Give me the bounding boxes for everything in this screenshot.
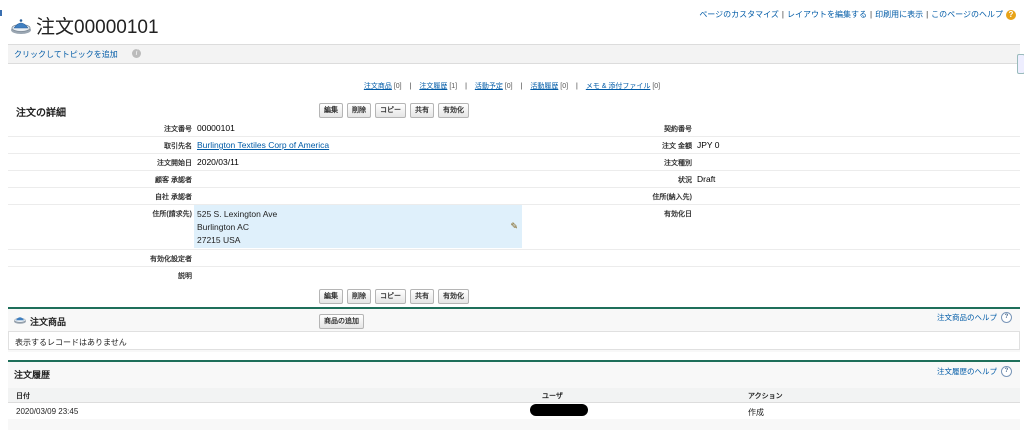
column-header-action: アクション	[748, 393, 783, 400]
order-products-help-link[interactable]: 注文商品のヘルプ ?	[937, 312, 1012, 323]
customize-page-link[interactable]: ページのカスタマイズ	[699, 9, 779, 20]
copy-button[interactable]: コピー	[375, 289, 406, 304]
question-icon: ?	[1001, 366, 1012, 377]
order-history-section: 注文履歴 注文履歴のヘルプ ? 日付 ユーザ アクション 2020/03/09 …	[8, 360, 1020, 430]
question-icon: ?	[1001, 312, 1012, 323]
related-list-links: 注文商品 [0] | 注文履歴 [1] | 活動予定 [0] | 活動履歴 [0…	[363, 83, 661, 90]
detail-buttons-top: 編集 削除 コピー 共有 有効化	[319, 103, 469, 118]
edit-button[interactable]: 編集	[319, 289, 343, 304]
delete-button[interactable]: 削除	[347, 103, 371, 118]
order-type-label: 注文種別	[664, 160, 692, 167]
order-history-title: 注文履歴	[14, 370, 51, 380]
order-number-label: 注文番号	[164, 126, 192, 133]
account-label: 取引先名	[164, 143, 192, 150]
column-header-date: 日付	[16, 393, 30, 400]
detail-row: 説明	[8, 267, 1020, 283]
history-date: 2020/03/09 23:45	[16, 407, 79, 416]
delete-button[interactable]: 削除	[347, 289, 371, 304]
order-amount-label: 注文 金額	[662, 143, 692, 150]
order-amount-value: JPY 0	[697, 140, 720, 150]
status-label: 状況	[678, 177, 692, 184]
column-header-user: ユーザ	[542, 393, 563, 400]
status-value: Draft	[697, 174, 716, 184]
edit-layout-link[interactable]: レイアウトを編集する	[787, 9, 867, 20]
billing-address-value: 525 S. Lexington Ave Burlington AC 27215…	[197, 209, 278, 245]
share-button[interactable]: 共有	[410, 289, 434, 304]
copy-button[interactable]: コピー	[375, 103, 406, 118]
edit-button[interactable]: 編集	[319, 103, 343, 118]
detail-row: 自社 承認者 住所(納入先)	[8, 188, 1020, 205]
top-links: ページのカスタマイズ | レイアウトを編集する | 印刷用に表示 | このページ…	[699, 9, 1016, 20]
table-row: 2020/03/09 23:45 作成	[8, 403, 1020, 419]
billing-address-field[interactable]: 525 S. Lexington Ave Burlington AC 27215…	[194, 205, 522, 248]
related-link-open-activities[interactable]: 活動予定	[475, 83, 503, 90]
info-icon[interactable]: i	[132, 49, 141, 58]
side-scroll-handle[interactable]	[1017, 54, 1024, 74]
redacted-user-name	[530, 404, 588, 416]
order-products-section: 注文商品 商品の追加 注文商品のヘルプ ? 表示するレコードはありません	[8, 307, 1020, 352]
contract-number-label: 契約番号	[664, 126, 692, 133]
order-history-help-link[interactable]: 注文履歴のヘルプ ?	[937, 366, 1012, 377]
detail-row: 注文開始日 2020/03/11 注文種別	[8, 154, 1020, 171]
related-link-order-products[interactable]: 注文商品	[364, 83, 392, 90]
empty-message: 表示するレコードはありません	[15, 338, 127, 347]
add-product-button[interactable]: 商品の追加	[319, 314, 364, 329]
start-date-value: 2020/03/11	[197, 157, 239, 167]
activated-by-label: 有効化設定者	[150, 256, 192, 263]
detail-row: 住所(請求先) 525 S. Lexington Ave Burlington …	[8, 205, 1020, 250]
topic-bar: クリックしてトピックを追加 i	[8, 44, 1020, 64]
order-number-value: 00000101	[197, 123, 235, 133]
activate-button[interactable]: 有効化	[438, 289, 469, 304]
title-area: 注文00000101	[10, 12, 159, 39]
detail-heading: 注文の詳細	[16, 108, 66, 119]
history-action: 作成	[748, 408, 764, 417]
order-products-title: 注文商品	[30, 317, 67, 327]
page-title: 注文00000101	[36, 17, 159, 38]
order-products-icon	[14, 317, 26, 324]
page-header: 注文00000101 ページのカスタマイズ | レイアウトを編集する | 印刷用…	[0, 0, 1024, 44]
history-table-header: 日付 ユーザ アクション	[8, 388, 1020, 403]
customer-approver-label: 顧客 承認者	[155, 177, 192, 184]
add-topic-link[interactable]: クリックしてトピックを追加	[14, 49, 118, 60]
detail-buttons-bottom: 編集 削除 コピー 共有 有効化	[319, 289, 469, 304]
print-view-link[interactable]: 印刷用に表示	[875, 9, 923, 20]
share-button[interactable]: 共有	[410, 103, 434, 118]
account-link[interactable]: Burlington Textiles Corp of America	[197, 140, 329, 150]
start-date-label: 注文開始日	[157, 160, 192, 167]
detail-row: 取引先名 Burlington Textiles Corp of America…	[8, 137, 1020, 154]
order-products-list: 表示するレコードはありません	[8, 331, 1020, 350]
help-icon[interactable]: ?	[1006, 9, 1016, 20]
billing-address-label: 住所(請求先)	[152, 211, 192, 218]
description-label: 説明	[178, 273, 192, 280]
activate-button[interactable]: 有効化	[438, 103, 469, 118]
detail-row: 顧客 承認者 状況 Draft	[8, 171, 1020, 188]
related-link-notes-attachments[interactable]: メモ & 添付ファイル	[586, 83, 651, 90]
related-link-order-history[interactable]: 注文履歴	[419, 83, 447, 90]
order-icon	[11, 18, 31, 34]
company-approver-label: 自社 承認者	[155, 194, 192, 201]
related-link-activity-history[interactable]: 活動履歴	[530, 83, 558, 90]
detail-row: 有効化設定者	[8, 250, 1020, 267]
page-help-link[interactable]: このページのヘルプ	[931, 9, 1003, 20]
detail-row: 注文番号 00000101 契約番号	[8, 120, 1020, 137]
activated-date-label: 有効化日	[664, 211, 692, 218]
shipping-address-label: 住所(納入先)	[652, 194, 692, 201]
pencil-edit-icon[interactable]: ✎	[510, 221, 518, 232]
